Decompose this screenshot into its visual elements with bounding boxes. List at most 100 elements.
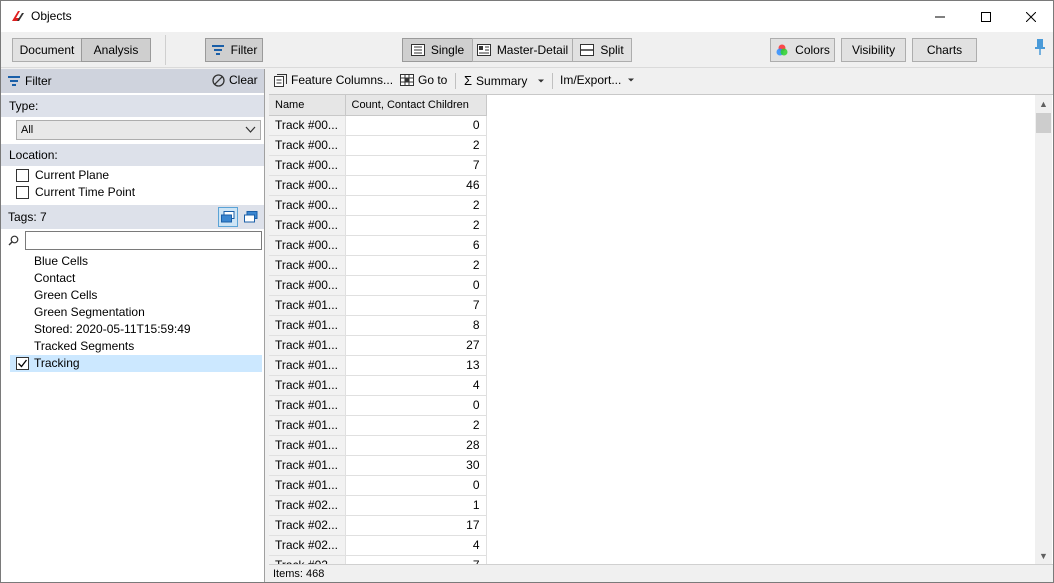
table-row[interactable]: Track #02... 17	[269, 515, 487, 536]
cell-count[interactable]: 0	[345, 395, 487, 416]
cell-name[interactable]: Track #02...	[269, 535, 346, 556]
imexport-button[interactable]: Im/Export...	[560, 73, 635, 87]
single-view-button[interactable]: Single	[402, 38, 473, 62]
cell-name[interactable]: Track #01...	[269, 415, 346, 436]
scrollbar-thumb[interactable]	[1036, 113, 1051, 133]
pin-icon[interactable]	[1033, 38, 1047, 56]
cell-count[interactable]: 27	[345, 335, 487, 356]
cell-count[interactable]: 2	[345, 255, 487, 276]
close-button[interactable]	[1008, 1, 1053, 32]
table-row[interactable]: Track #02...7	[269, 555, 487, 564]
cell-name[interactable]: Track #01...	[269, 315, 346, 336]
cell-count[interactable]: 0	[345, 275, 487, 296]
cell-count[interactable]: 7	[345, 155, 487, 176]
master-detail-button[interactable]: Master-Detail	[472, 38, 573, 62]
cell-count[interactable]: 13	[345, 355, 487, 376]
cell-count[interactable]: 28	[345, 435, 487, 456]
goto-button[interactable]: Go to	[400, 73, 447, 87]
cell-count[interactable]: 46	[345, 175, 487, 196]
feature-columns-button[interactable]: Feature Columns...	[274, 73, 393, 87]
cell-name[interactable]: Track #01...	[269, 475, 346, 496]
cell-count[interactable]: 1	[345, 495, 487, 516]
tag-item-tracked-segments[interactable]: Tracked Segments	[1, 338, 264, 355]
tag-item-blue-cells[interactable]: Blue Cells	[1, 253, 264, 270]
filter-toggle-button[interactable]: Filter	[205, 38, 263, 62]
scroll-down-arrow[interactable]: ▼	[1035, 547, 1052, 564]
tags-match-all-toggle[interactable]	[241, 207, 261, 227]
vertical-scrollbar[interactable]: ▲ ▼	[1035, 95, 1052, 564]
cell-name[interactable]: Track #00...	[269, 275, 346, 296]
table-row[interactable]: Track #00... 2	[269, 135, 487, 156]
cell-count[interactable]: 7	[345, 555, 487, 564]
table-row[interactable]: Track #00... 2	[269, 195, 487, 216]
cell-count[interactable]: 2	[345, 195, 487, 216]
column-header-count[interactable]: Count, Contact Children	[345, 95, 487, 116]
cell-count[interactable]: 8	[345, 315, 487, 336]
current-plane-checkbox[interactable]	[16, 168, 29, 182]
table-row[interactable]: Track #02... 1	[269, 495, 487, 516]
cell-name[interactable]: Track #01...	[269, 375, 346, 396]
tracking-checkbox[interactable]	[16, 357, 29, 370]
cell-name[interactable]: Track #02...	[269, 555, 346, 564]
tag-item-stored[interactable]: Stored: 2020-05-11T15:59:49	[1, 321, 264, 338]
cell-count[interactable]: 2	[345, 135, 487, 156]
colors-button[interactable]: Colors	[770, 38, 835, 62]
maximize-button[interactable]	[963, 1, 1009, 32]
clear-filter-button[interactable]: Clear	[212, 73, 258, 87]
split-view-button[interactable]: Split	[572, 38, 632, 62]
cell-count[interactable]: 0	[345, 115, 487, 136]
cell-count[interactable]: 0	[345, 475, 487, 496]
tag-search-input[interactable]	[25, 231, 262, 250]
cell-name[interactable]: Track #00...	[269, 215, 346, 236]
table-row[interactable]: Track #00... 2	[269, 215, 487, 236]
cell-count[interactable]: 4	[345, 535, 487, 556]
cell-name[interactable]: Track #00...	[269, 155, 346, 176]
cell-count[interactable]: 6	[345, 235, 487, 256]
analysis-button[interactable]: Analysis	[81, 38, 151, 62]
tag-item-green-segmentation[interactable]: Green Segmentation	[1, 304, 264, 321]
table-row[interactable]: Track #01... 28	[269, 435, 487, 456]
cell-name[interactable]: Track #00...	[269, 135, 346, 156]
cell-name[interactable]: Track #02...	[269, 515, 346, 536]
table-row[interactable]: Track #01... 4	[269, 375, 487, 396]
table-row[interactable]: Track #00... 0	[269, 115, 487, 136]
table-row[interactable]: Track #01... 2	[269, 415, 487, 436]
cell-count[interactable]: 7	[345, 295, 487, 316]
cell-name[interactable]: Track #02...	[269, 495, 346, 516]
cell-name[interactable]: Track #00...	[269, 175, 346, 196]
table-row[interactable]: Track #00... 7	[269, 155, 487, 176]
cell-name[interactable]: Track #00...	[269, 115, 346, 136]
tag-item-green-cells[interactable]: Green Cells	[1, 287, 264, 304]
tag-item-tracking[interactable]: Tracking	[10, 355, 262, 372]
current-time-point-checkbox[interactable]	[16, 185, 29, 199]
charts-button[interactable]: Charts	[912, 38, 977, 62]
cell-name[interactable]: Track #01...	[269, 355, 346, 376]
document-button[interactable]: Document	[12, 38, 82, 62]
cell-name[interactable]: Track #01...	[269, 455, 346, 476]
cell-name[interactable]: Track #01...	[269, 395, 346, 416]
location-option-current-plane[interactable]: Current Plane	[16, 168, 109, 182]
location-option-current-time-point[interactable]: Current Time Point	[16, 185, 135, 199]
tag-item-contact[interactable]: Contact	[1, 270, 264, 287]
cell-count[interactable]: 4	[345, 375, 487, 396]
cell-count[interactable]: 30	[345, 455, 487, 476]
cell-name[interactable]: Track #00...	[269, 195, 346, 216]
table-row[interactable]: Track #00... 2	[269, 255, 487, 276]
cell-count[interactable]: 2	[345, 415, 487, 436]
cell-name[interactable]: Track #01...	[269, 335, 346, 356]
table-row[interactable]: Track #02... 4	[269, 535, 487, 556]
scroll-up-arrow[interactable]: ▲	[1035, 95, 1052, 112]
table-row[interactable]: Track #01... 13	[269, 355, 487, 376]
cell-name[interactable]: Track #01...	[269, 295, 346, 316]
cell-count[interactable]: 2	[345, 215, 487, 236]
table-row[interactable]: Track #01... 7	[269, 295, 487, 316]
table-row[interactable]: Track #00... 46	[269, 175, 487, 196]
table-row[interactable]: Track #01... 30	[269, 455, 487, 476]
minimize-button[interactable]	[917, 1, 963, 32]
table-row[interactable]: Track #00... 6	[269, 235, 487, 256]
cell-name[interactable]: Track #01...	[269, 435, 346, 456]
cell-name[interactable]: Track #00...	[269, 255, 346, 276]
summary-button[interactable]: Σ Summary	[464, 73, 545, 88]
cell-count[interactable]: 17	[345, 515, 487, 536]
table-row[interactable]: Track #01... 8	[269, 315, 487, 336]
